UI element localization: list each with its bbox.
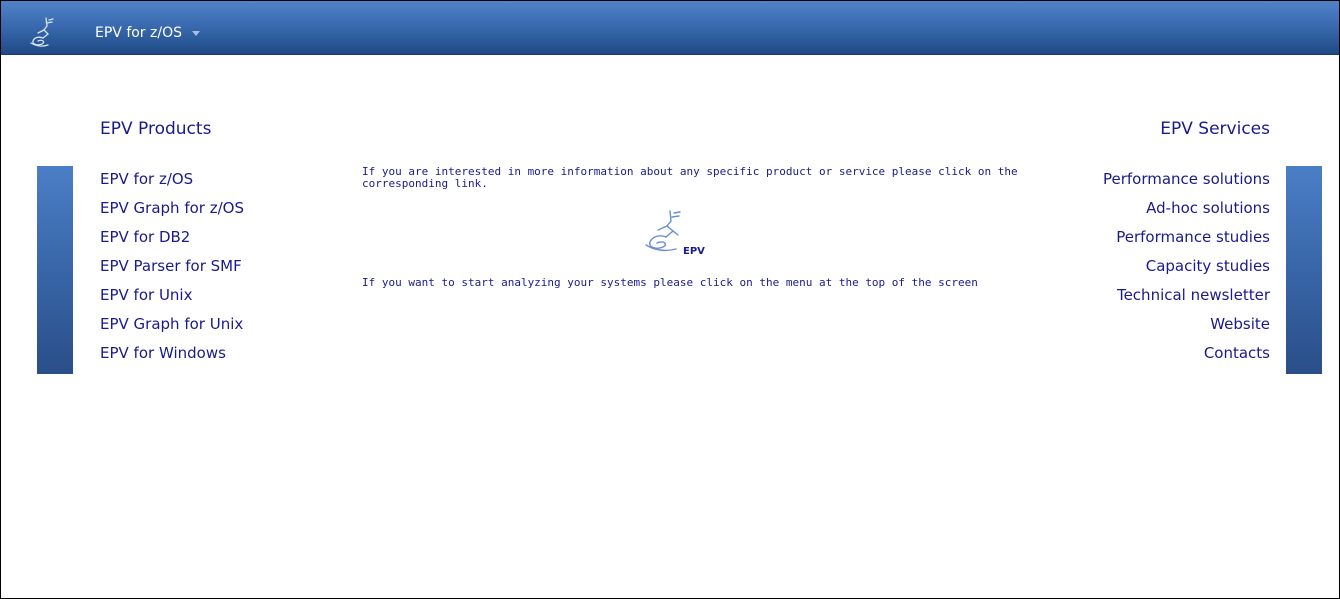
product-menu-label: EPV for z/OS: [95, 25, 182, 41]
products-list: EPV for z/OS EPV Graph for z/OS EPV for …: [100, 170, 244, 373]
info-text: If you are interested in more informatio…: [362, 165, 1018, 190]
service-link-ad-hoc-solutions[interactable]: Ad-hoc solutions: [1146, 199, 1270, 217]
service-link-capacity-studies[interactable]: Capacity studies: [1146, 257, 1270, 275]
product-menu-dropdown[interactable]: EPV for z/OS: [95, 25, 200, 41]
epv-logo-icon: [30, 17, 54, 47]
product-link-epv-windows[interactable]: EPV for Windows: [100, 344, 226, 362]
products-heading: EPV Products: [100, 119, 212, 139]
chevron-down-icon: [192, 30, 200, 36]
product-link-epv-zos[interactable]: EPV for z/OS: [100, 170, 193, 188]
service-link-contacts[interactable]: Contacts: [1204, 344, 1270, 362]
services-heading: EPV Services: [1160, 119, 1270, 139]
top-menu-bar: EPV for z/OS: [1, 1, 1339, 55]
services-list: Performance solutions Ad-hoc solutions P…: [1103, 170, 1270, 373]
start-instructions-text: If you want to start analyzing your syst…: [362, 276, 978, 289]
product-link-epv-db2[interactable]: EPV for DB2: [100, 228, 190, 246]
service-link-performance-studies[interactable]: Performance studies: [1116, 228, 1270, 246]
epv-logo-text: EPV: [683, 246, 705, 257]
service-link-technical-newsletter[interactable]: Technical newsletter: [1117, 286, 1270, 304]
product-link-epv-unix[interactable]: EPV for Unix: [100, 286, 192, 304]
right-decorative-bar: [1286, 166, 1322, 374]
product-link-epv-graph-unix[interactable]: EPV Graph for Unix: [100, 315, 243, 333]
product-link-epv-parser-smf[interactable]: EPV Parser for SMF: [100, 257, 242, 275]
product-link-epv-graph-zos[interactable]: EPV Graph for z/OS: [100, 199, 244, 217]
left-decorative-bar: [37, 166, 73, 374]
service-link-website[interactable]: Website: [1210, 315, 1270, 333]
service-link-performance-solutions[interactable]: Performance solutions: [1103, 170, 1270, 188]
